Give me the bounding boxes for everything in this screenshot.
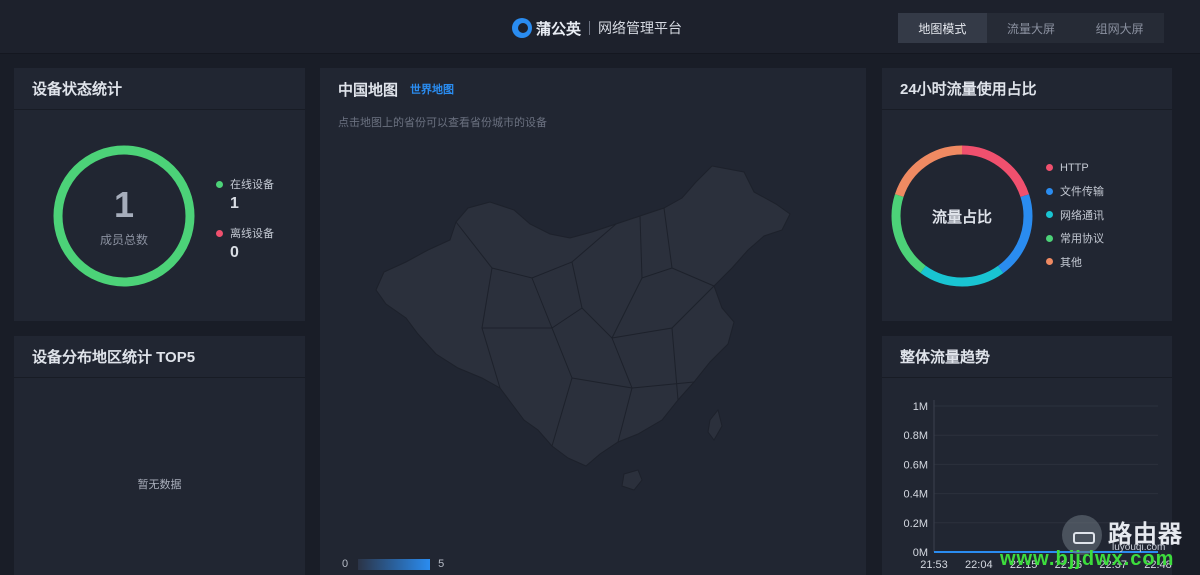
traffic-ratio-panel: 24小时流量使用占比 流量占比 HTTP 文件传输 网络通讯 常用协议 其他 — [882, 68, 1172, 321]
network-comm-dot-icon — [1046, 211, 1053, 219]
offline-label: 离线设备 — [230, 228, 274, 240]
mode-tabs: 地图模式 流量大屏 组网大屏 — [898, 13, 1164, 43]
x-tick-label: 22:04 — [965, 559, 993, 571]
legend-offline: 离线设备 0 — [216, 225, 274, 262]
empty-state: 暂无数据 — [137, 479, 182, 491]
legend-label: 常用协议 — [1060, 233, 1104, 246]
legend-label: 其他 — [1060, 256, 1082, 269]
legend-common-protocol[interactable]: 常用协议 — [1046, 227, 1104, 251]
offline-value: 0 — [230, 244, 239, 261]
panel-title: 整体流量趋势 — [900, 349, 991, 366]
common-protocol-dot-icon — [1046, 234, 1053, 242]
y-tick-label: 0M — [913, 547, 928, 559]
member-total-label: 成员总数 — [99, 232, 148, 247]
dandelion-logo-icon — [512, 18, 532, 38]
online-label: 在线设备 — [230, 179, 274, 191]
panel-title: 设备分布地区统计 TOP5 — [32, 349, 196, 366]
y-tick-label: 0.2M — [904, 518, 928, 530]
panel-header: 中国地图 世界地图 — [320, 68, 866, 110]
watermark: 路由器 luyouqi.com www.bjjdwx.com — [1000, 510, 1200, 575]
panel-header: 设备分布地区统计 TOP5 — [14, 336, 305, 378]
brand-divider — [589, 21, 591, 35]
scale-max: 5 — [438, 558, 445, 570]
panel-title: 24小时流量使用占比 — [900, 81, 1037, 98]
taiwan-island[interactable] — [707, 408, 723, 441]
tab-map-mode[interactable]: 地图模式 — [898, 13, 987, 43]
member-total-value: 1 — [113, 183, 135, 225]
legend-http[interactable]: HTTP — [1046, 156, 1104, 180]
panel-header: 整体流量趋势 — [882, 336, 1172, 378]
watermark-url: www.bjjdwx.com — [1000, 548, 1175, 570]
legend-label: 网络通讯 — [1060, 209, 1104, 222]
map-landmass[interactable] — [375, 165, 791, 467]
panel-title: 设备状态统计 — [32, 81, 123, 98]
hainan-island[interactable] — [621, 469, 643, 491]
scale-gradient-bar[interactable] — [358, 558, 431, 570]
scale-min: 0 — [342, 558, 349, 570]
tab-traffic-screen[interactable]: 流量大屏 — [987, 13, 1076, 43]
traffic-donut: 流量占比 — [890, 144, 1034, 288]
ratio-legend: HTTP 文件传输 网络通讯 常用协议 其他 — [1046, 156, 1104, 274]
ring-center: 1 成员总数 — [52, 144, 196, 288]
member-total-ring: 1 成员总数 — [52, 144, 196, 288]
china-map-panel: 中国地图 世界地图 点击地图上的省份可以查看省份城市的设备 0 5 — [320, 68, 866, 575]
legend-label: HTTP — [1060, 161, 1089, 174]
china-map[interactable] — [372, 158, 812, 498]
y-tick-label: 0.4M — [904, 489, 928, 501]
panel-header: 设备状态统计 — [14, 68, 305, 110]
brand[interactable]: 蒲公英 网络管理平台 — [512, 16, 682, 40]
brand-subtitle: 网络管理平台 — [598, 20, 683, 36]
panel-header: 24小时流量使用占比 — [882, 68, 1172, 110]
map-hint: 点击地图上的省份可以查看省份城市的设备 — [338, 117, 547, 129]
region-top5-panel: 设备分布地区统计 TOP5 暂无数据 — [14, 336, 305, 575]
legend-online: 在线设备 1 — [216, 176, 274, 213]
top-header: 蒲公英 网络管理平台 地图模式 流量大屏 组网大屏 — [0, 0, 1200, 54]
other-dot-icon — [1046, 258, 1053, 266]
legend-network-comm[interactable]: 网络通讯 — [1046, 203, 1104, 227]
tab-network-screen[interactable]: 组网大屏 — [1075, 13, 1164, 43]
world-map-link[interactable]: 世界地图 — [410, 81, 454, 97]
status-legend: 在线设备 1 离线设备 0 — [216, 176, 274, 274]
legend-other[interactable]: 其他 — [1046, 250, 1104, 274]
donut-center-label: 流量占比 — [931, 208, 992, 226]
y-tick-label: 0.6M — [904, 459, 928, 471]
y-tick-label: 1M — [913, 401, 928, 413]
y-tick-label: 0.8M — [904, 430, 928, 442]
legend-label: 文件传输 — [1060, 186, 1104, 199]
panel-title: 中国地图 — [338, 81, 399, 99]
online-value: 1 — [230, 195, 239, 212]
file-transfer-dot-icon — [1046, 187, 1053, 195]
brand-name: 蒲公英 — [536, 20, 582, 38]
online-dot-icon — [216, 180, 223, 188]
http-dot-icon — [1046, 164, 1053, 172]
map-scale: 0 5 — [342, 558, 444, 570]
x-tick-label: 21:53 — [920, 559, 948, 571]
offline-dot-icon — [216, 229, 223, 237]
legend-file-transfer[interactable]: 文件传输 — [1046, 180, 1104, 204]
device-status-panel: 设备状态统计 1 成员总数 在线设备 1 离线设备 0 — [14, 68, 305, 321]
